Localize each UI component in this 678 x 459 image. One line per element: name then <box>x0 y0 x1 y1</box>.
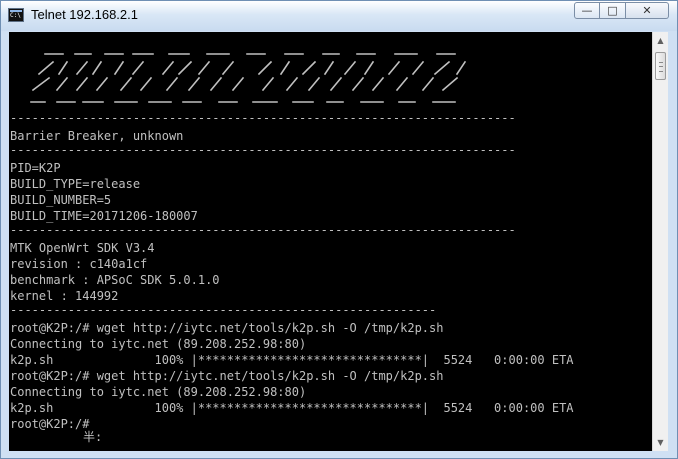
maximize-icon: □ <box>607 4 618 17</box>
terminal-line-command-1: root@K2P:/# wget http://iytc.net/tools/k… <box>10 321 444 335</box>
minimize-icon: — <box>581 4 593 17</box>
vertical-scrollbar[interactable]: ▲ ▼ <box>652 32 668 451</box>
terminal-line-progress-2: k2p.sh 100% |***************************… <box>10 401 574 415</box>
scroll-down-icon[interactable]: ▼ <box>653 434 668 451</box>
terminal-line-revision: revision : c140a1cf <box>10 257 148 271</box>
close-button[interactable]: ✕ <box>626 2 669 19</box>
openwrt-ascii-logo <box>30 53 467 103</box>
terminal-line-separator-1: ----------------------------------------… <box>10 111 516 125</box>
telnet-window: Telnet 192.168.2.1 — □ ✕ ---------------… <box>0 0 678 459</box>
window-controls: — □ ✕ <box>574 2 669 19</box>
terminal-client-area[interactable]: ----------------------------------------… <box>9 32 668 451</box>
terminal-line-separator-2: ----------------------------------------… <box>10 143 516 157</box>
terminal-line-build-number: BUILD_NUMBER=5 <box>10 193 112 207</box>
minimize-button[interactable]: — <box>574 2 600 19</box>
scroll-up-icon[interactable]: ▲ <box>653 32 668 49</box>
terminal-line-command-2: root@K2P:/# wget http://iytc.net/tools/k… <box>10 369 444 383</box>
terminal-line-connecting-1: Connecting to iytc.net (89.208.252.98:80… <box>10 337 307 351</box>
terminal-line-benchmark: benchmark : APSoC SDK 5.0.1.0 <box>10 273 220 287</box>
console-app-icon <box>8 8 24 22</box>
terminal-line-pid: PID=K2P <box>10 161 61 175</box>
terminal-line-build-type: BUILD_TYPE=release <box>10 177 141 191</box>
terminal-line-sdk: MTK OpenWrt SDK V3.4 <box>10 241 155 255</box>
terminal-prompt[interactable]: root@K2P:/# <box>10 416 89 432</box>
terminal-line-separator-4: ----------------------------------------… <box>10 303 437 317</box>
close-icon: ✕ <box>642 4 652 17</box>
terminal-line-separator-3: ----------------------------------------… <box>10 223 516 237</box>
maximize-button[interactable]: □ <box>600 2 626 19</box>
terminal-output[interactable]: ----------------------------------------… <box>9 32 652 451</box>
ime-cursor-indicator: 半: <box>83 430 103 444</box>
window-title: Telnet 192.168.2.1 <box>31 7 138 22</box>
scrollbar-thumb[interactable] <box>655 52 666 80</box>
terminal-line-connecting-2: Connecting to iytc.net (89.208.252.98:80… <box>10 385 307 399</box>
terminal-line-progress-1: k2p.sh 100% |***************************… <box>10 353 574 367</box>
title-bar[interactable]: Telnet 192.168.2.1 — □ ✕ <box>1 1 677 31</box>
